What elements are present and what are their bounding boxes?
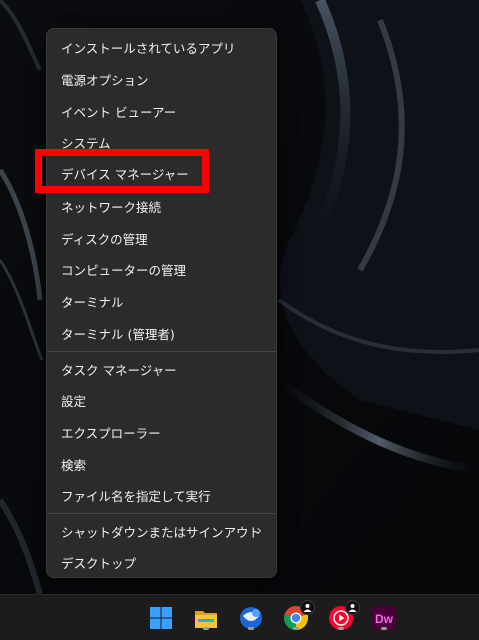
running-indicator xyxy=(381,627,387,630)
menu-item-shutdown-signout[interactable]: シャットダウンまたはサインアウト › xyxy=(47,515,276,547)
taskbar: Dw xyxy=(0,594,479,640)
menu-item-label: システム xyxy=(61,135,111,151)
chevron-right-icon: › xyxy=(256,523,262,539)
menu-item-event-viewer[interactable]: イベント ビューアー xyxy=(47,95,276,127)
menu-item-file-explorer[interactable]: エクスプローラー xyxy=(47,416,276,448)
chrome-icon[interactable] xyxy=(282,600,315,632)
menu-item-installed-apps[interactable]: インストールされているアプリ xyxy=(47,31,276,63)
menu-item-label: イベント ビューアー xyxy=(61,104,177,120)
menu-item-label: 検索 xyxy=(61,457,87,473)
menu-item-desktop[interactable]: デスクトップ xyxy=(47,546,276,578)
menu-item-terminal-admin[interactable]: ターミナル (管理者) xyxy=(47,317,276,349)
menu-separator xyxy=(47,513,276,514)
running-indicator xyxy=(293,627,299,630)
menu-item-settings[interactable]: 設定 xyxy=(47,384,276,416)
menu-item-network-connections[interactable]: ネットワーク接続 xyxy=(47,190,276,222)
running-indicator xyxy=(338,627,344,630)
menu-item-task-manager[interactable]: タスク マネージャー xyxy=(47,353,276,385)
menu-item-label: デスクトップ xyxy=(61,555,137,571)
running-indicator xyxy=(248,627,254,630)
profile-badge-icon xyxy=(300,600,315,615)
menu-item-label: エクスプローラー xyxy=(61,425,161,441)
menu-item-device-manager[interactable]: デバイス マネージャー xyxy=(47,157,276,189)
menu-item-computer-management[interactable]: コンピューターの管理 xyxy=(47,253,276,285)
menu-item-label: デバイス マネージャー xyxy=(61,166,189,182)
dreamweaver-icon[interactable]: Dw xyxy=(370,604,398,632)
windows-start-icon[interactable] xyxy=(147,604,175,632)
profile-badge-icon xyxy=(345,600,360,615)
youtube-music-icon[interactable] xyxy=(327,600,360,632)
menu-item-system[interactable]: システム xyxy=(47,126,276,158)
menu-item-terminal[interactable]: ターミナル xyxy=(47,285,276,317)
menu-item-label: コンピューターの管理 xyxy=(61,262,187,278)
menu-item-label: シャットダウンまたはサインアウト xyxy=(61,524,262,540)
menu-item-search[interactable]: 検索 xyxy=(47,448,276,480)
winx-context-menu: インストールされているアプリ 電源オプション イベント ビューアー システム デ… xyxy=(46,28,277,578)
menu-item-label: インストールされているアプリ xyxy=(61,40,236,56)
menu-item-label: ターミナル (管理者) xyxy=(61,326,175,342)
dreamweaver-text: Dw xyxy=(375,612,394,626)
running-indicator xyxy=(203,627,209,630)
menu-item-label: ターミナル xyxy=(61,294,124,310)
thunderbird-icon[interactable] xyxy=(237,604,265,632)
menu-item-label: タスク マネージャー xyxy=(61,362,177,378)
menu-item-label: ディスクの管理 xyxy=(61,231,148,247)
menu-item-label: 電源オプション xyxy=(61,72,149,88)
menu-item-power-options[interactable]: 電源オプション xyxy=(47,63,276,95)
menu-item-label: ファイル名を指定して実行 xyxy=(61,488,211,504)
menu-separator xyxy=(47,351,276,352)
menu-item-label: ネットワーク接続 xyxy=(61,199,162,215)
menu-item-label: 設定 xyxy=(61,393,87,409)
file-explorer-icon[interactable] xyxy=(192,604,220,632)
menu-item-run[interactable]: ファイル名を指定して実行 xyxy=(47,479,276,511)
menu-item-disk-management[interactable]: ディスクの管理 xyxy=(47,222,276,254)
